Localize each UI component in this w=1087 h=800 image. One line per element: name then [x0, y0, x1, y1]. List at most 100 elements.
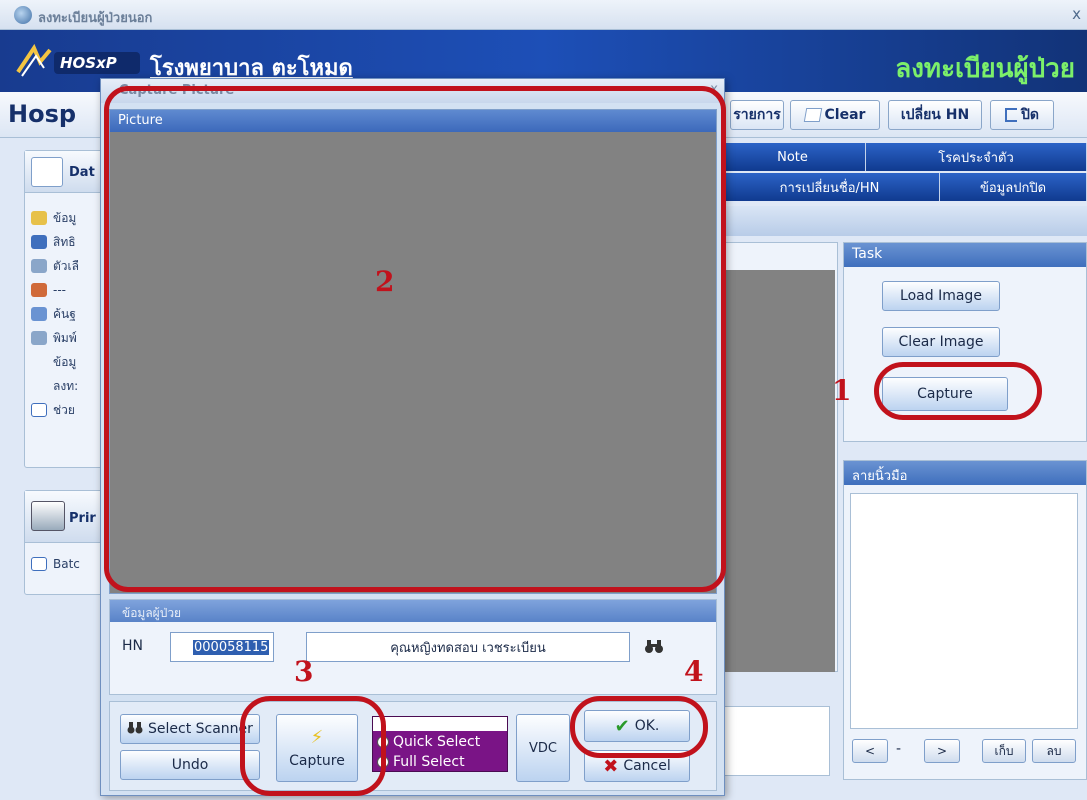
exit-icon [1005, 108, 1017, 122]
database-panel-header: Dat [25, 151, 105, 193]
left-item-data[interactable]: ข้อมู [25, 351, 105, 373]
user-icon [31, 157, 63, 187]
hn-value: 000058115 [193, 639, 270, 655]
left-item-separator[interactable]: --- [25, 279, 105, 301]
next-button[interactable]: > [924, 739, 960, 763]
tab-chronic-disease[interactable]: โรคประจำตัว [866, 143, 1087, 171]
tab-hidden-label: ข้อมูลปกปิด [979, 180, 1047, 196]
logo-text: HOSxP [60, 54, 117, 72]
database-panel-title: Dat [69, 165, 95, 180]
cancel-label: Cancel [623, 758, 671, 774]
clear-button[interactable]: Clear [790, 100, 880, 130]
change-hn-label: เปลี่ยน HN [900, 107, 970, 123]
toolbar-title: Hosp [8, 100, 77, 128]
rights-icon [31, 235, 47, 249]
fingerprint-panel: ลายนิ้วมือ < - > เก็บ ลบ [843, 460, 1087, 780]
hn-label: HN [122, 638, 143, 654]
batch-print-item[interactable]: Batc [25, 553, 105, 575]
batch-print-label: Batc [53, 557, 80, 571]
form-icon [31, 403, 47, 417]
print-panel-title: Prir [69, 511, 96, 526]
background-image-area [720, 270, 835, 672]
form-icon [31, 557, 47, 571]
left-item-label: --- [53, 283, 66, 297]
database-panel: Dat ข้อมู สิทธิ ตัวเลื --- ค้นฐ พิมพ์ ข้… [24, 150, 105, 468]
list-button[interactable]: รายการ [730, 100, 784, 130]
close-app-button[interactable]: ปิด [990, 100, 1054, 130]
quick-select-radio[interactable]: Quick Select [377, 731, 480, 753]
vdc-button[interactable]: VDC [516, 714, 570, 782]
hosxp-logo: HOSxP [14, 42, 144, 80]
left-item-help[interactable]: ช่วย [25, 399, 105, 421]
tab-hidden-info[interactable]: ข้อมูลปกปิด [940, 173, 1087, 201]
load-image-button[interactable]: Load Image [882, 281, 1000, 311]
nav-separator: - [896, 741, 902, 757]
left-item-patient-info[interactable]: ข้อมู [25, 207, 105, 229]
change-hn-button[interactable]: เปลี่ยน HN [888, 100, 982, 130]
print-panel: Prir Batc [24, 490, 105, 595]
search-doc-icon [31, 307, 47, 321]
left-item-label: ช่วย [53, 402, 75, 417]
left-item-register[interactable]: ลงท: [25, 375, 105, 397]
left-item-label: ลงท: [53, 378, 79, 393]
annotation-ring-2 [104, 86, 726, 592]
annotation-number-2: 2 [375, 265, 395, 298]
left-item-options[interactable]: ตัวเลื [25, 255, 105, 277]
left-item-search[interactable]: ค้นฐ [25, 303, 105, 325]
annotation-ring-4 [570, 696, 708, 758]
tab-note-label: Note [777, 149, 808, 165]
left-item-label: ค้นฐ [53, 306, 76, 321]
printer-icon [31, 501, 65, 531]
save-button[interactable]: เก็บ [982, 739, 1026, 763]
select-scanner-button[interactable]: Select Scanner [120, 714, 260, 744]
info-icon [31, 211, 47, 225]
full-select-radio[interactable]: Full Select [377, 751, 465, 773]
tab-note[interactable]: Note [720, 143, 866, 171]
clear-button-label: Clear [824, 107, 866, 123]
select-mode-group: Quick Select Full Select [372, 716, 508, 772]
app-icon [14, 6, 32, 24]
left-item-rights[interactable]: สิทธิ [25, 231, 105, 253]
patient-info-header: ข้อมูลผู้ป่วย [110, 600, 716, 622]
options-icon [31, 259, 47, 273]
module-title: ลงทะเบียนผู้ป่วย [895, 54, 1075, 84]
task-panel-header: Task [844, 243, 1086, 267]
left-item-label: ข้อมู [53, 210, 77, 225]
people-icon [31, 283, 47, 297]
print-panel-header: Prir [25, 491, 105, 543]
tab-chronic-label: โรคประจำตัว [938, 150, 1014, 166]
tab-name-change-label: การเปลี่ยนชื่อ/HN [779, 180, 880, 196]
left-item-label: สิทธิ [53, 234, 76, 249]
select-scanner-label: Select Scanner [148, 721, 253, 737]
quick-select-label: Quick Select [393, 734, 481, 750]
left-item-label: ข้อมู [53, 354, 77, 369]
background-notes-box [720, 706, 830, 776]
patient-name: คุณหญิงทดสอบ เวชระเบียน [390, 640, 546, 656]
delete-button[interactable]: ลบ [1032, 739, 1076, 763]
window-titlebar: ลงทะเบียนผู้ป่วยนอก x [0, 0, 1087, 30]
annotation-number-1: 1 [832, 374, 852, 407]
left-item-print[interactable]: พิมพ์ [25, 327, 105, 349]
annotation-ring-1 [874, 362, 1042, 420]
binoculars-icon[interactable] [644, 638, 664, 654]
close-app-label: ปิด [1021, 107, 1039, 123]
clear-image-button[interactable]: Clear Image [882, 327, 1000, 357]
binoculars-icon [127, 720, 143, 738]
full-select-label: Full Select [393, 754, 465, 770]
tab-name-change[interactable]: การเปลี่ยนชื่อ/HN [720, 173, 940, 201]
annotation-number-4: 4 [684, 655, 704, 688]
select-mode-top [373, 717, 507, 731]
patient-info-panel: ข้อมูลผู้ป่วย HN 000058115 คุณหญิงทดสอบ … [109, 599, 717, 695]
clear-icon [803, 108, 822, 122]
list-button-label: รายการ [733, 107, 781, 123]
close-icon[interactable]: x [1072, 5, 1081, 23]
fingerprint-header: ลายนิ้วมือ [844, 461, 1086, 485]
window-title: ลงทะเบียนผู้ป่วยนอก [38, 11, 153, 26]
annotation-ring-3 [240, 696, 386, 796]
patient-name-field: คุณหญิงทดสอบ เวชระเบียน [306, 632, 630, 662]
left-item-label: พิมพ์ [53, 330, 77, 345]
left-item-label: ตัวเลื [53, 258, 79, 273]
undo-button[interactable]: Undo [120, 750, 260, 780]
hn-field[interactable]: 000058115 [170, 632, 274, 662]
prev-button[interactable]: < [852, 739, 888, 763]
